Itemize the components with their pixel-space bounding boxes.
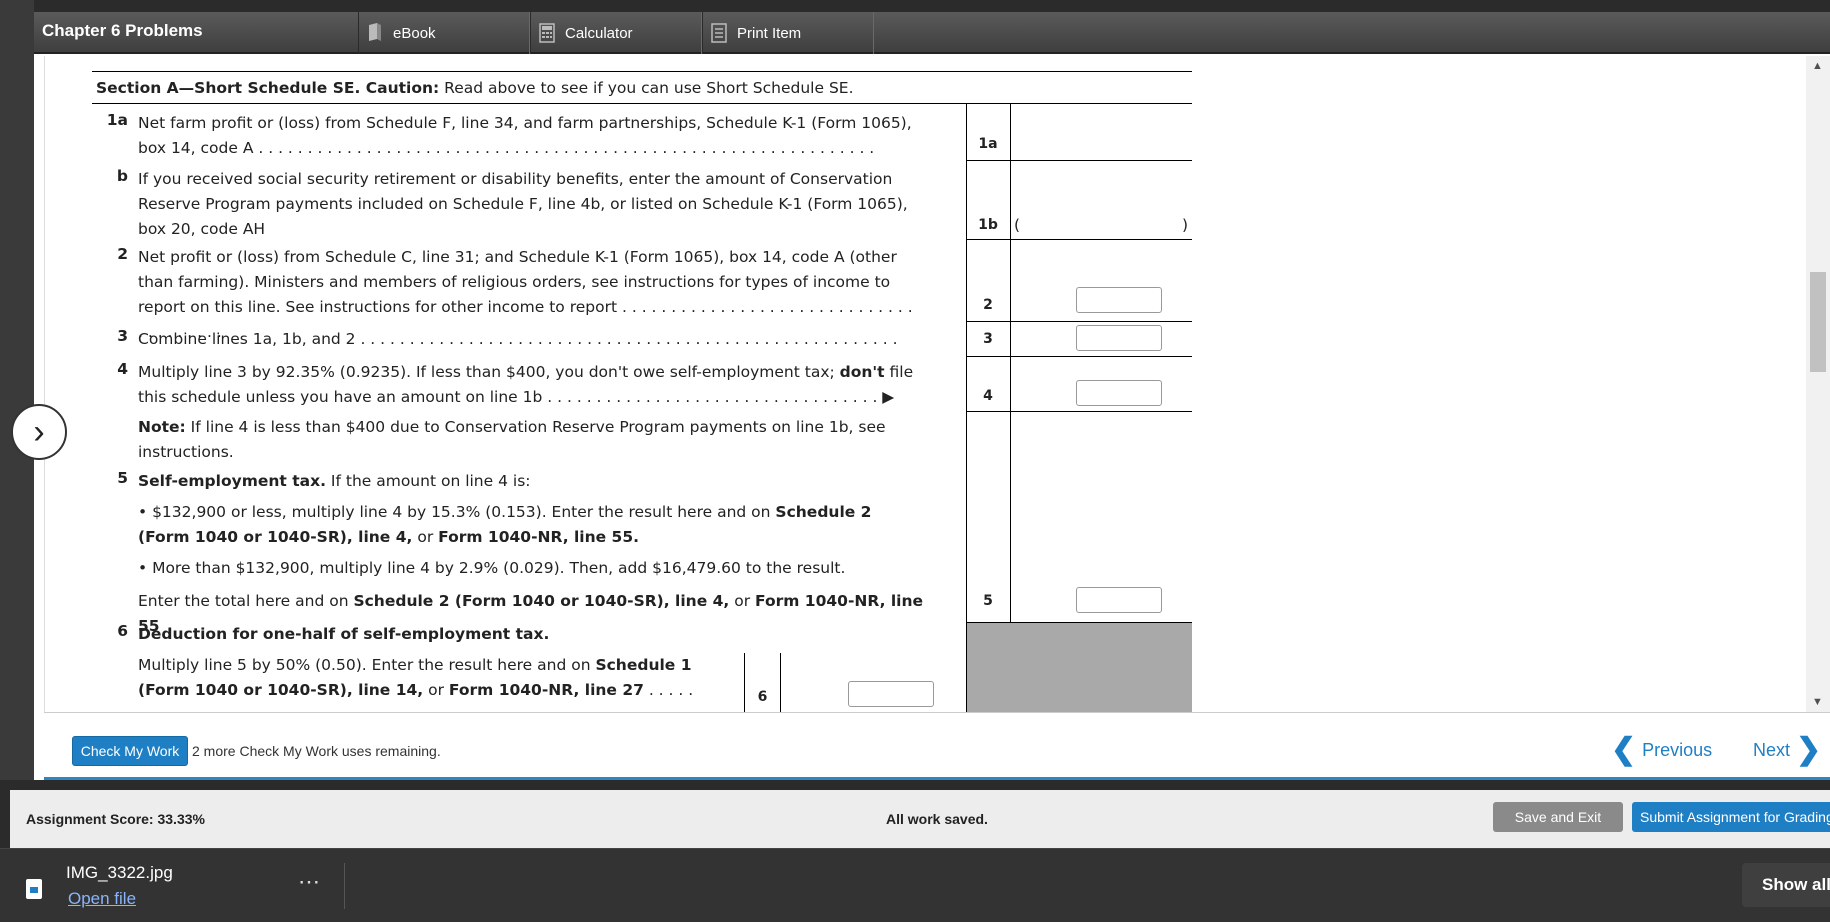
scroll-thumb[interactable] xyxy=(1810,272,1826,372)
check-remaining-text: 2 more Check My Work uses remaining. xyxy=(192,743,441,759)
divider xyxy=(966,239,1192,240)
app-window: Chapter 6 Problems eBook Calculator Prin… xyxy=(34,12,1830,780)
more-options-icon[interactable]: ⋯ xyxy=(298,869,322,895)
scroll-down-icon[interactable]: ▼ xyxy=(1812,696,1823,708)
line-number: b xyxy=(116,167,128,185)
divider xyxy=(966,622,1192,623)
line-description: Combine lines 1a, 1b, and 2 . . . . . . … xyxy=(138,330,898,348)
section-header-bold: Section A—Short Schedule SE. Caution: xyxy=(96,79,440,97)
check-my-work-button[interactable]: Check My Work xyxy=(72,736,188,766)
vertical-scrollbar[interactable]: ▲ ▼ xyxy=(1806,56,1830,712)
line-number: 6 xyxy=(117,622,128,640)
side-expand-button[interactable]: › xyxy=(11,404,67,460)
save-status: All work saved. xyxy=(886,811,988,827)
divider xyxy=(966,321,1192,322)
line-number: 4 xyxy=(117,360,128,378)
section-header: Section A—Short Schedule SE. Caution: Re… xyxy=(92,71,1192,104)
line-heading: Self-employment tax. If the amount on li… xyxy=(138,472,531,490)
close-paren: ) xyxy=(1182,216,1189,234)
show-all-button[interactable]: Show all xyxy=(1742,863,1830,907)
print-icon xyxy=(711,23,727,43)
line-6-input[interactable] xyxy=(848,681,934,707)
section-header-text: Read above to see if you can use Short S… xyxy=(439,79,854,97)
line-2-input[interactable] xyxy=(1076,287,1162,313)
line-box-label: 6 xyxy=(757,689,768,705)
open-paren: ( xyxy=(1014,216,1021,234)
scroll-up-icon[interactable]: ▲ xyxy=(1812,60,1823,72)
line-number: 2 xyxy=(117,245,128,263)
line-box-label: 1b xyxy=(978,217,998,233)
next-label: Next xyxy=(1753,739,1791,760)
tab-calculator-label: Calculator xyxy=(565,24,633,42)
divider xyxy=(344,863,345,909)
line-box-label: 5 xyxy=(983,593,993,609)
tab-print-item[interactable]: Print Item xyxy=(702,12,874,54)
download-shelf: IMG_3322.jpg Open file ⋯ Show all xyxy=(0,848,1830,922)
check-work-bar: Check My Work 2 more Check My Work uses … xyxy=(44,712,1830,780)
previous-button[interactable]: ❮ Previous xyxy=(1611,735,1712,765)
line-description: If you received social security retireme… xyxy=(138,170,908,238)
line-description: Multiply line 3 by 92.35% (0.9235). If l… xyxy=(138,363,914,406)
divider xyxy=(966,411,1192,412)
assignment-status-bar: Assignment Score: 33.33% All work saved.… xyxy=(10,790,1830,848)
line-box-label: 4 xyxy=(983,388,993,404)
submit-assignment-button[interactable]: Submit Assignment for Grading xyxy=(1632,802,1830,832)
divider xyxy=(966,160,1192,161)
tab-ebook-label: eBook xyxy=(393,24,436,42)
amount-column xyxy=(1010,104,1192,622)
note-text: Note: If line 4 is less than $400 due to… xyxy=(138,418,886,461)
line-number-column xyxy=(966,104,1010,712)
line-box-label: 3 xyxy=(983,331,993,347)
file-icon xyxy=(26,879,42,899)
chevron-left-icon: ❮ xyxy=(1611,733,1637,766)
line-description: Net farm profit or (loss) from Schedule … xyxy=(138,114,912,157)
tab-ebook[interactable]: eBook xyxy=(358,12,530,54)
line-number: 5 xyxy=(117,469,128,487)
line-heading: Deduction for one-half of self-employmen… xyxy=(138,625,550,643)
download-file-name: IMG_3322.jpg xyxy=(66,863,173,882)
line-box-label: 2 xyxy=(983,297,993,313)
calculator-icon xyxy=(539,23,555,43)
line-5-input[interactable] xyxy=(1076,587,1162,613)
line-number: 3 xyxy=(117,327,128,345)
line-3-input[interactable] xyxy=(1076,325,1162,351)
title-bar: Chapter 6 Problems eBook Calculator Prin… xyxy=(34,12,1830,54)
page-title: Chapter 6 Problems xyxy=(42,21,203,40)
open-file-link[interactable]: Open file xyxy=(68,889,136,909)
assignment-score: Assignment Score: 33.33% xyxy=(26,811,205,827)
outer-frame-left xyxy=(0,0,34,780)
next-button[interactable]: Next ❯ xyxy=(1753,735,1821,765)
previous-label: Previous xyxy=(1642,739,1713,760)
chevron-right-icon: › xyxy=(33,412,45,451)
chevron-right-icon: ❯ xyxy=(1796,733,1822,766)
line-number: 1a xyxy=(106,111,128,129)
save-and-exit-button[interactable]: Save and Exit xyxy=(1493,802,1623,832)
tab-print-item-label: Print Item xyxy=(737,24,802,42)
problem-content[interactable]: Section A—Short Schedule SE. Caution: Re… xyxy=(44,56,1806,712)
book-icon xyxy=(369,23,381,41)
line-4-input[interactable] xyxy=(1076,380,1162,406)
shaded-area xyxy=(966,622,1192,712)
divider xyxy=(966,356,1192,357)
line-box-label: 1a xyxy=(978,136,998,152)
tab-calculator[interactable]: Calculator xyxy=(530,12,702,54)
